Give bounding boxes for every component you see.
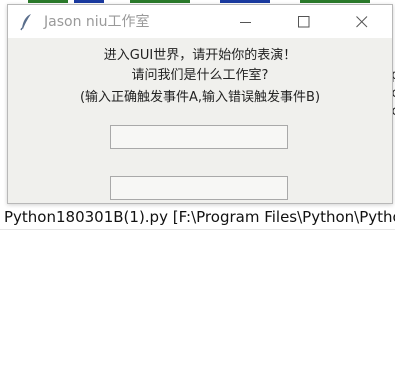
maximize-button[interactable]	[275, 5, 333, 38]
feather-icon	[19, 13, 35, 31]
maximize-icon	[298, 15, 310, 28]
prompt-line-3: (输入正确触发事件A,输入错误触发事件B)	[79, 90, 321, 105]
background-path-line: Python180301B(1).py [F:\Program Files\Py…	[4, 208, 395, 226]
close-icon	[356, 15, 368, 28]
title-bar[interactable]: Jason niu工作室	[8, 5, 392, 38]
prompt-line-2: 请问我们是什么工作室?	[131, 68, 269, 83]
minimize-button[interactable]	[217, 5, 275, 38]
close-button[interactable]	[333, 5, 391, 38]
prompt-line-1: 进入GUI世界，请开始你的表演！	[103, 48, 297, 63]
window-title: Jason niu工作室	[44, 14, 150, 30]
answer-input[interactable]	[110, 125, 288, 149]
minimize-icon	[240, 16, 252, 28]
app-window: Jason niu工作室 进入GUI世界，请开始你的表演！ 请问我们是什么工作室…	[7, 4, 393, 204]
background-editor-area[interactable]	[0, 229, 395, 381]
result-input[interactable]	[110, 176, 288, 200]
